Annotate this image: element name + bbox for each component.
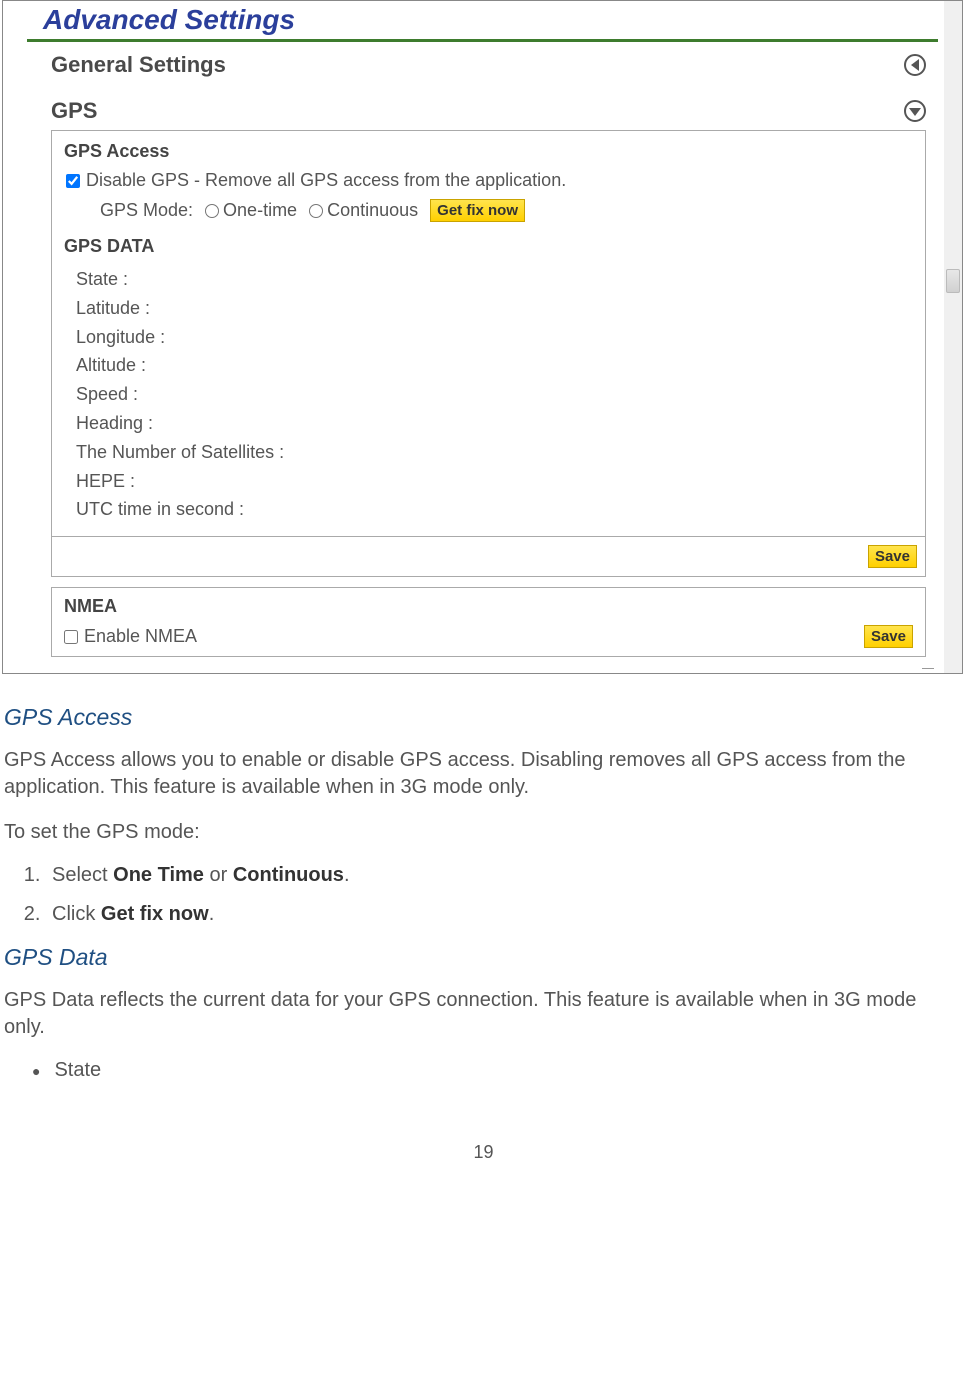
nmea-panel: NMEA Enable NMEA Save <box>51 587 926 657</box>
enable-nmea-label: Enable NMEA <box>84 626 197 647</box>
step1-bold1: One Time <box>113 864 204 886</box>
gps-data-list: State : Latitude : Longitude : Altitude … <box>76 265 913 524</box>
mode-continuous-option[interactable]: Continuous <box>309 200 418 221</box>
nmea-save-button[interactable]: Save <box>864 625 913 648</box>
general-settings-row[interactable]: General Settings <box>3 42 962 88</box>
step-2: Click Get fix now. <box>46 903 961 926</box>
chevron-down-icon[interactable] <box>904 100 926 122</box>
disable-gps-checkbox[interactable] <box>66 174 80 188</box>
get-fix-now-button[interactable]: Get fix now <box>430 199 525 222</box>
field-state: State : <box>76 265 913 294</box>
gps-section-label: GPS <box>51 98 97 124</box>
page-title: Advanced Settings <box>3 1 962 39</box>
field-utc: UTC time in second : <box>76 495 913 524</box>
disable-gps-label: Disable GPS - Remove all GPS access from… <box>86 170 566 191</box>
mode-continuous-label: Continuous <box>327 200 418 221</box>
field-hepe: HEPE : <box>76 467 913 496</box>
page-number: 19 <box>0 1142 967 1193</box>
step2-text: Click <box>52 903 101 925</box>
gps-panel: GPS Access Disable GPS - Remove all GPS … <box>51 130 926 537</box>
step1-suf: . <box>344 864 350 886</box>
scrollbar[interactable] <box>944 1 962 673</box>
field-satellites: The Number of Satellites : <box>76 438 913 467</box>
field-heading: Heading : <box>76 409 913 438</box>
mode-continuous-radio[interactable] <box>309 204 323 218</box>
gps-access-heading: GPS Access <box>64 141 913 162</box>
mode-onetime-option[interactable]: One-time <box>205 200 297 221</box>
step-1: Select One Time or Continuous. <box>46 864 961 887</box>
step1-bold2: Continuous <box>233 864 344 886</box>
mode-onetime-radio[interactable] <box>205 204 219 218</box>
gps-section-row[interactable]: GPS <box>3 88 962 130</box>
field-altitude: Altitude : <box>76 351 913 380</box>
mode-onetime-label: One-time <box>223 200 297 221</box>
arrow-left-icon[interactable] <box>904 54 926 76</box>
gps-mode-row: GPS Mode: One-time Continuous Get fix no… <box>100 199 913 222</box>
bullet-state: State <box>32 1059 961 1082</box>
step1-text: Select <box>52 864 113 886</box>
gps-save-button[interactable]: Save <box>868 545 917 568</box>
scrollbar-thumb[interactable] <box>946 269 960 293</box>
disable-gps-row: Disable GPS - Remove all GPS access from… <box>66 170 913 191</box>
gps-save-bar: Save <box>51 537 926 577</box>
step2-bold: Get fix now <box>101 903 209 925</box>
steps-list: Select One Time or Continuous. Click Get… <box>46 864 961 926</box>
para-to-set: To set the GPS mode: <box>4 819 961 846</box>
gps-data-heading: GPS DATA <box>64 236 913 257</box>
step2-suf: . <box>209 903 215 925</box>
gps-mode-label: GPS Mode: <box>100 200 193 221</box>
heading-gps-data: GPS Data <box>4 944 961 971</box>
para-gps-access: GPS Access allows you to enable or disab… <box>4 747 961 801</box>
resize-mark <box>922 668 934 669</box>
settings-screenshot: Advanced Settings General Settings GPS G… <box>2 0 963 674</box>
general-settings-label: General Settings <box>51 52 226 78</box>
step1-mid: or <box>204 864 233 886</box>
heading-gps-access: GPS Access <box>4 704 961 731</box>
enable-nmea-checkbox[interactable] <box>64 630 78 644</box>
nmea-heading: NMEA <box>64 596 913 617</box>
document-body: GPS Access GPS Access allows you to enab… <box>0 674 967 1082</box>
para-gps-data: GPS Data reflects the current data for y… <box>4 987 961 1041</box>
field-speed: Speed : <box>76 380 913 409</box>
field-longitude: Longitude : <box>76 323 913 352</box>
field-latitude: Latitude : <box>76 294 913 323</box>
bullets-list: State <box>32 1059 961 1082</box>
